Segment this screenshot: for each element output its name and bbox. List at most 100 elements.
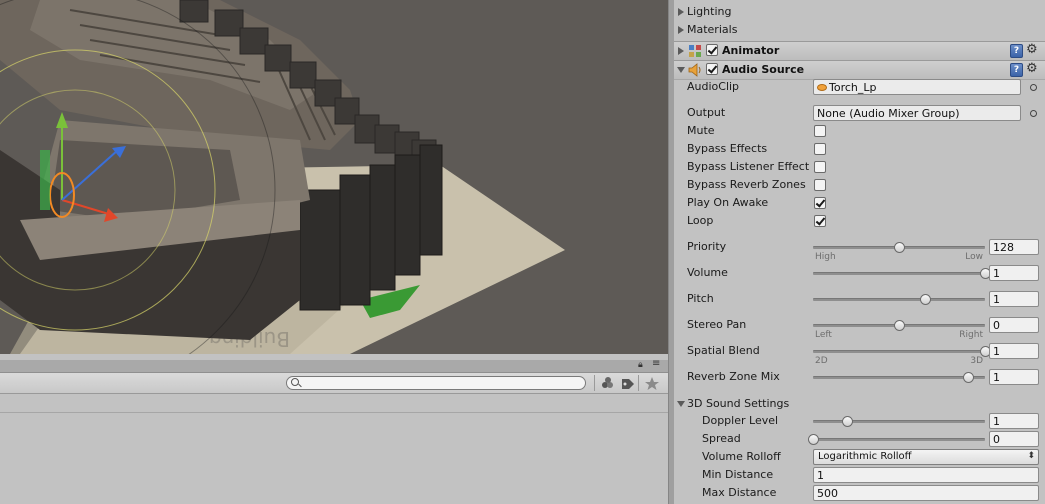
volume-slider[interactable]: [813, 268, 991, 279]
stereo-pan-slider[interactable]: [813, 320, 985, 331]
spatial-blend-slider[interactable]: [813, 346, 991, 357]
priority-slider[interactable]: [813, 242, 985, 253]
search-icon: [291, 378, 299, 386]
bypass-listener-effects-label: Bypass Listener Effect: [687, 160, 810, 173]
filter-by-type-icon[interactable]: [600, 376, 616, 390]
output-value: None (Audio Mixer Group): [817, 107, 960, 120]
volume-rolloff-label: Volume Rolloff: [702, 450, 781, 463]
stereo-pan-label: Stereo Pan: [687, 318, 747, 331]
toolbar-separator: [638, 375, 639, 391]
lock-icon[interactable]: 🔒︎: [638, 360, 643, 370]
animator-header[interactable]: Animator ? ⚙: [674, 41, 1045, 61]
gear-icon[interactable]: ⚙: [1026, 43, 1040, 57]
max-distance-label: Max Distance: [702, 486, 777, 499]
spatial-blend-value-field[interactable]: 1: [989, 343, 1039, 359]
section-lighting[interactable]: Lighting: [674, 3, 1045, 21]
priority-min-label: High: [815, 252, 836, 262]
dropdown-arrows-icon: ⬍: [1027, 451, 1035, 461]
priority-label: Priority: [687, 240, 727, 253]
play-on-awake-checkbox[interactable]: [814, 197, 826, 209]
bypass-effects-checkbox[interactable]: [814, 143, 826, 155]
stereo-pan-max-label: Right: [959, 330, 983, 340]
doppler-level-slider[interactable]: [813, 416, 985, 427]
output-label: Output: [687, 106, 726, 119]
spread-slider[interactable]: [808, 434, 985, 445]
section-materials[interactable]: Materials: [674, 21, 1045, 39]
doppler-level-label: Doppler Level: [702, 414, 779, 427]
project-list-header: [0, 394, 668, 413]
reverb-zone-mix-slider[interactable]: [813, 372, 985, 383]
gear-icon[interactable]: ⚙: [1026, 62, 1040, 76]
project-toolbar: [0, 373, 668, 394]
play-on-awake-label: Play On Awake: [687, 196, 769, 209]
section-label: Materials: [687, 23, 738, 36]
stereo-pan-min-label: Left: [815, 330, 832, 340]
spread-value-field[interactable]: 0: [989, 431, 1039, 447]
animator-enabled-checkbox[interactable]: [706, 44, 718, 56]
slider-thumb[interactable]: [894, 242, 905, 253]
audio-clip-field[interactable]: Torch_Lp: [813, 79, 1021, 95]
toolbar-separator: [594, 375, 595, 391]
reverb-zone-mix-label: Reverb Zone Mix: [687, 370, 780, 383]
scene-view[interactable]: Building: [0, 0, 668, 354]
fold-arrow-icon[interactable]: [678, 47, 684, 55]
help-icon[interactable]: ?: [1010, 44, 1023, 58]
slider-thumb[interactable]: [894, 320, 905, 331]
fold-arrow-icon[interactable]: [678, 8, 684, 16]
mute-checkbox[interactable]: [814, 125, 826, 137]
priority-max-label: Low: [965, 252, 983, 262]
speaker-icon: [688, 63, 701, 77]
object-picker-icon[interactable]: [1030, 110, 1037, 117]
min-distance-field[interactable]: 1: [813, 467, 1039, 483]
slider-thumb[interactable]: [919, 294, 931, 305]
bypass-effects-label: Bypass Effects: [687, 142, 768, 155]
audio-source-enabled-checkbox[interactable]: [706, 63, 718, 75]
object-picker-icon[interactable]: [1030, 84, 1037, 91]
scene-canvas[interactable]: Building: [0, 0, 668, 354]
project-panel: 🔒︎ ≡: [0, 358, 668, 504]
search-field[interactable]: [286, 376, 586, 390]
favorites-star-icon[interactable]: [644, 376, 660, 390]
priority-value-field[interactable]: 128: [989, 239, 1039, 255]
component-title: Animator: [722, 44, 780, 57]
stereo-pan-value-field[interactable]: 0: [989, 317, 1039, 333]
audio-source-header[interactable]: Audio Source ? ⚙: [674, 60, 1045, 80]
volume-value-field[interactable]: 1: [989, 265, 1039, 281]
slider-thumb[interactable]: [962, 372, 974, 383]
pitch-value-field[interactable]: 1: [989, 291, 1039, 307]
search-input[interactable]: [301, 377, 579, 389]
spatial-blend-min-label: 2D: [815, 356, 828, 366]
filter-by-label-icon[interactable]: [620, 376, 636, 390]
volume-rolloff-value: Logarithmic Rolloff: [818, 451, 912, 462]
max-distance-field[interactable]: 500: [813, 485, 1039, 501]
animator-icon: [689, 45, 701, 57]
mute-label: Mute: [687, 124, 715, 137]
pitch-label: Pitch: [687, 292, 714, 305]
fold-arrow-icon[interactable]: [677, 67, 685, 73]
bypass-listener-effects-checkbox[interactable]: [814, 161, 826, 173]
output-field[interactable]: None (Audio Mixer Group): [813, 105, 1021, 121]
audio-clip-value: Torch_Lp: [829, 81, 877, 94]
spread-label: Spread: [702, 432, 741, 445]
audio-clip-icon: [817, 84, 827, 91]
volume-label: Volume: [687, 266, 728, 279]
doppler-level-value-field[interactable]: 1: [989, 413, 1039, 429]
bypass-reverb-zones-checkbox[interactable]: [814, 179, 826, 191]
section-label: 3D Sound Settings: [687, 397, 790, 410]
menu-icon[interactable]: ≡: [652, 358, 660, 369]
spatial-blend-label: Spatial Blend: [687, 344, 760, 357]
loop-label: Loop: [687, 214, 714, 227]
inspector-panel: Lighting Materials Animator ? ⚙ Audio So…: [674, 0, 1045, 504]
fold-arrow-icon[interactable]: [678, 26, 684, 34]
panel-tabstrip: 🔒︎ ≡: [0, 358, 668, 373]
reverb-zone-mix-value-field[interactable]: 1: [989, 369, 1039, 385]
pitch-slider[interactable]: [813, 294, 985, 305]
slider-thumb[interactable]: [842, 416, 854, 427]
audio-clip-label: AudioClip: [687, 80, 740, 93]
section-3d-sound-settings[interactable]: 3D Sound Settings: [674, 395, 1045, 413]
slider-thumb[interactable]: [808, 434, 819, 445]
loop-checkbox[interactable]: [814, 215, 826, 227]
help-icon[interactable]: ?: [1010, 63, 1023, 77]
volume-rolloff-dropdown[interactable]: Logarithmic Rolloff ⬍: [813, 449, 1039, 465]
fold-arrow-icon[interactable]: [677, 401, 685, 407]
